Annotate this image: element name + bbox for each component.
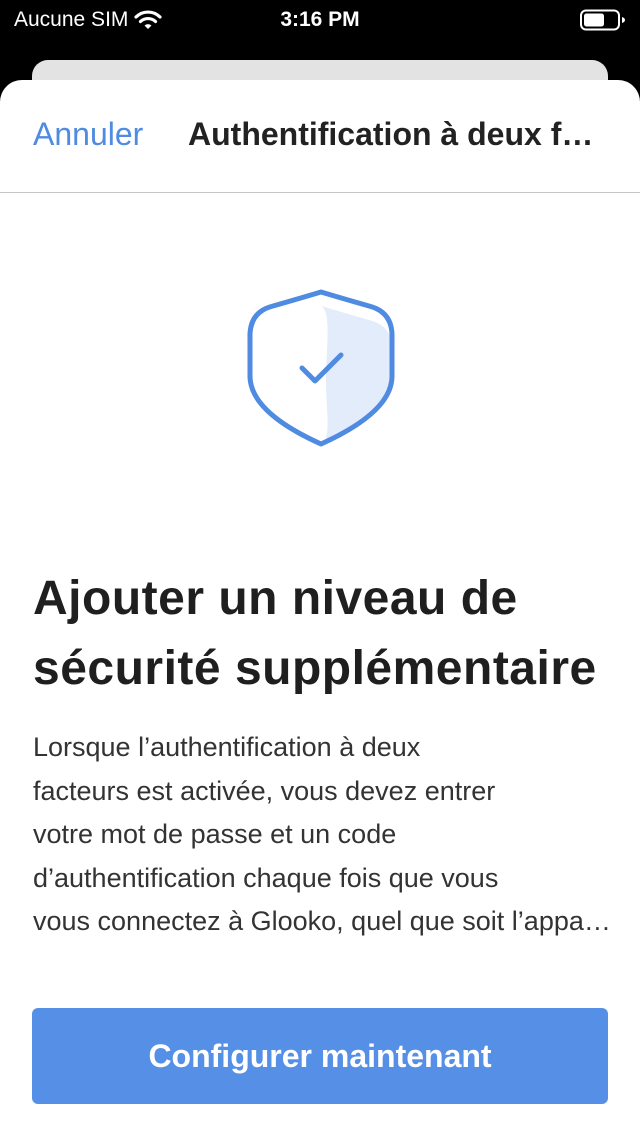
description-line-4: d’authentification chaque fois que vous (33, 862, 499, 893)
headline: Ajouter un niveau de sécurité supplément… (33, 564, 613, 704)
description-line-1: Lorsque l’authentification à deux (33, 732, 421, 762)
modal-sheet: Annuler Authentification à deux facteurs… (0, 80, 640, 1136)
configure-now-button[interactable]: Configurer maintenant (32, 1008, 608, 1104)
description-line-5: vous connectez à Glooko, quel que soit l… (33, 906, 611, 936)
description-text: Lorsque l’authentification à deux facteu… (33, 726, 611, 944)
status-bar: Aucune SIM 3:16 PM (0, 0, 640, 40)
navigation-bar: Annuler Authentification à deux facteurs (0, 80, 640, 193)
headline-line-2: sécurité supplémentaire (33, 642, 597, 695)
nav-title: Authentification à deux facteurs (188, 116, 604, 152)
headline-line-1: Ajouter un niveau de (33, 572, 518, 625)
battery-icon (580, 9, 625, 31)
description-line-2: facteurs est activée, vous devez entrer (33, 775, 496, 806)
status-time: 3:16 PM (280, 8, 360, 31)
description-line-3: votre mot de passe et un code (33, 819, 397, 849)
cancel-button[interactable]: Annuler (33, 114, 143, 154)
shield-check-icon (246, 288, 396, 448)
